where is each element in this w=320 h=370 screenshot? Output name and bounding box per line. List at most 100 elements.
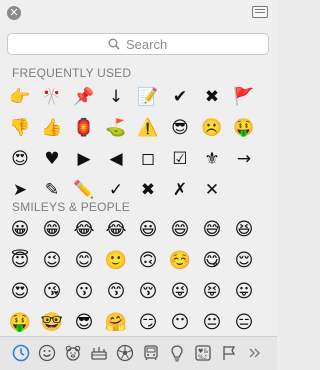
emoji-cell[interactable]: 😏 <box>132 307 164 338</box>
emoji-cell[interactable]: ◀ <box>100 144 132 175</box>
emoji-cell[interactable]: 📌 <box>68 82 100 113</box>
emoji-cell[interactable]: 📝 <box>132 82 164 113</box>
emoji-glyph: 😆 <box>234 218 254 240</box>
emoji-glyph: ☺️ <box>168 249 192 271</box>
emoji-cell[interactable]: 😝 <box>196 276 228 307</box>
tab-animals[interactable] <box>61 341 85 365</box>
emoji-glyph: 😇 <box>10 249 30 271</box>
clock-icon <box>12 344 30 362</box>
search-field[interactable] <box>7 33 269 55</box>
emoji-cell[interactable]: 😌 <box>228 245 260 276</box>
emoji-glyph: ♥ <box>44 149 60 169</box>
emoji-cell[interactable]: 😐 <box>196 307 228 338</box>
emoji-glyph: 📌 <box>73 87 95 107</box>
search-icon <box>108 38 120 50</box>
emoji-glyph: 🎌 <box>41 87 63 107</box>
emoji-cell[interactable]: ↓ <box>100 82 132 113</box>
emoji-glyph: 😝 <box>202 280 222 302</box>
emoji-cell[interactable]: 😁 <box>36 214 68 245</box>
emoji-cell[interactable]: ✖ <box>196 82 228 113</box>
emoji-cell[interactable]: → <box>228 144 260 175</box>
emoji-cell[interactable]: 😉 <box>36 245 68 276</box>
emoji-cell[interactable]: 😍 <box>4 276 36 307</box>
emoji-glyph: ◀ <box>109 149 123 169</box>
close-button[interactable]: ✕ <box>7 6 21 20</box>
emoji-cell[interactable]: 🤓 <box>36 307 68 338</box>
emoji-glyph: → <box>236 149 252 169</box>
emoji-cell[interactable]: ✗ <box>164 175 196 206</box>
emoji-cell[interactable]: 😶 <box>164 307 196 338</box>
emoji-glyph: ➤ <box>12 180 28 200</box>
emoji-cell[interactable]: 😂 <box>68 214 100 245</box>
emoji-cell[interactable]: ⛳ <box>100 113 132 144</box>
emoji-glyph: 🙂 <box>104 249 128 271</box>
tab-symbols[interactable]: ♥ & % ♪ <box>191 341 215 365</box>
emoji-cell[interactable]: 🤑 <box>228 113 260 144</box>
emoji-cell[interactable]: ✔ <box>164 82 196 113</box>
emoji-cell[interactable]: 😂 <box>100 214 132 245</box>
emoji-cell[interactable]: ✕ <box>196 175 228 206</box>
emoji-cell[interactable]: 👍 <box>36 113 68 144</box>
emoji-cell[interactable]: 😜 <box>164 276 196 307</box>
emoji-cell[interactable]: 😅 <box>196 214 228 245</box>
emoji-glyph: ✕ <box>204 180 220 200</box>
emoji-cell[interactable]: 😃 <box>132 214 164 245</box>
emoji-cell[interactable]: 😘 <box>36 276 68 307</box>
emoji-glyph: 😏 <box>138 311 158 333</box>
emoji-picker: ✕ FREQUENTLY USED 👉 🎌 📌 ↓ 📝 ✔ ✖ 🚩 👎 👍 🏮 ⛳ ⚠️ 😎 ☹️ 🤑 😍 ♥ ▶ ◀… <box>0 0 277 370</box>
emoji-cell[interactable]: ⚠️ <box>132 113 164 144</box>
emoji-cell[interactable]: 😚 <box>132 276 164 307</box>
tab-food[interactable] <box>87 341 111 365</box>
tab-travel[interactable] <box>139 341 163 365</box>
emoji-cell[interactable]: ◻ <box>132 144 164 175</box>
food-icon <box>91 347 107 360</box>
emoji-glyph: 😶 <box>170 311 190 333</box>
emoji-cell[interactable]: ⚜ <box>196 144 228 175</box>
emoji-glyph: ✏️ <box>73 180 95 200</box>
emoji-cell[interactable]: ▶ <box>68 144 100 175</box>
emoji-glyph: ✎ <box>44 180 60 200</box>
emoji-glyph: 😌 <box>234 249 254 271</box>
tab-recent[interactable] <box>9 341 33 365</box>
tab-activity[interactable] <box>113 341 137 365</box>
emoji-cell[interactable]: 😙 <box>100 276 132 307</box>
emoji-cell[interactable]: 🤗 <box>100 307 132 338</box>
tab-flags[interactable] <box>217 341 241 365</box>
emoji-cell[interactable]: 🙂 <box>100 245 132 276</box>
emoji-glyph: 👎 <box>9 118 31 138</box>
emoji-cell[interactable]: 🙃 <box>132 245 164 276</box>
emoji-cell[interactable]: ✖ <box>132 175 164 206</box>
emoji-glyph: 😎 <box>171 118 189 138</box>
emoji-cell[interactable]: 😄 <box>164 214 196 245</box>
emoji-cell[interactable]: 😛 <box>228 276 260 307</box>
search-input[interactable] <box>126 36 168 52</box>
emoji-cell[interactable]: ☑ <box>164 144 196 175</box>
emoji-cell[interactable]: ☺️ <box>164 245 196 276</box>
emoji-cell[interactable]: 😎 <box>164 113 196 144</box>
emoji-cell[interactable]: 🚩 <box>228 82 260 113</box>
emoji-cell[interactable]: 👎 <box>4 113 36 144</box>
tab-objects[interactable] <box>165 341 189 365</box>
emoji-cell[interactable]: 😋 <box>196 245 228 276</box>
emoji-glyph: 🤗 <box>104 311 128 333</box>
emoji-cell[interactable]: ☹️ <box>196 113 228 144</box>
emoji-cell[interactable]: 🤑 <box>4 307 36 338</box>
emoji-cell[interactable]: ♥ <box>36 144 68 175</box>
emoji-cell[interactable]: 😍 <box>4 144 36 175</box>
emoji-glyph: 👉 <box>9 87 31 107</box>
emoji-cell[interactable]: 👉 <box>4 82 36 113</box>
emoji-glyph: ✖ <box>140 180 156 200</box>
emoji-cell[interactable]: 😎 <box>68 307 100 338</box>
emoji-cell[interactable]: 😆 <box>228 214 260 245</box>
emoji-cell[interactable]: 😑 <box>228 307 260 338</box>
emoji-cell[interactable]: 😇 <box>4 245 36 276</box>
keyboard-viewer-icon[interactable] <box>252 6 268 18</box>
emoji-cell[interactable]: 🏮 <box>68 113 100 144</box>
emoji-cell[interactable]: 🎌 <box>36 82 68 113</box>
tab-smileys[interactable] <box>35 341 59 365</box>
emoji-cell[interactable]: 😀 <box>4 214 36 245</box>
emoji-glyph: ☹️ <box>201 118 223 138</box>
emoji-cell[interactable]: 😗 <box>68 276 100 307</box>
emoji-cell[interactable]: 😊 <box>68 245 100 276</box>
tab-more[interactable] <box>243 341 267 365</box>
